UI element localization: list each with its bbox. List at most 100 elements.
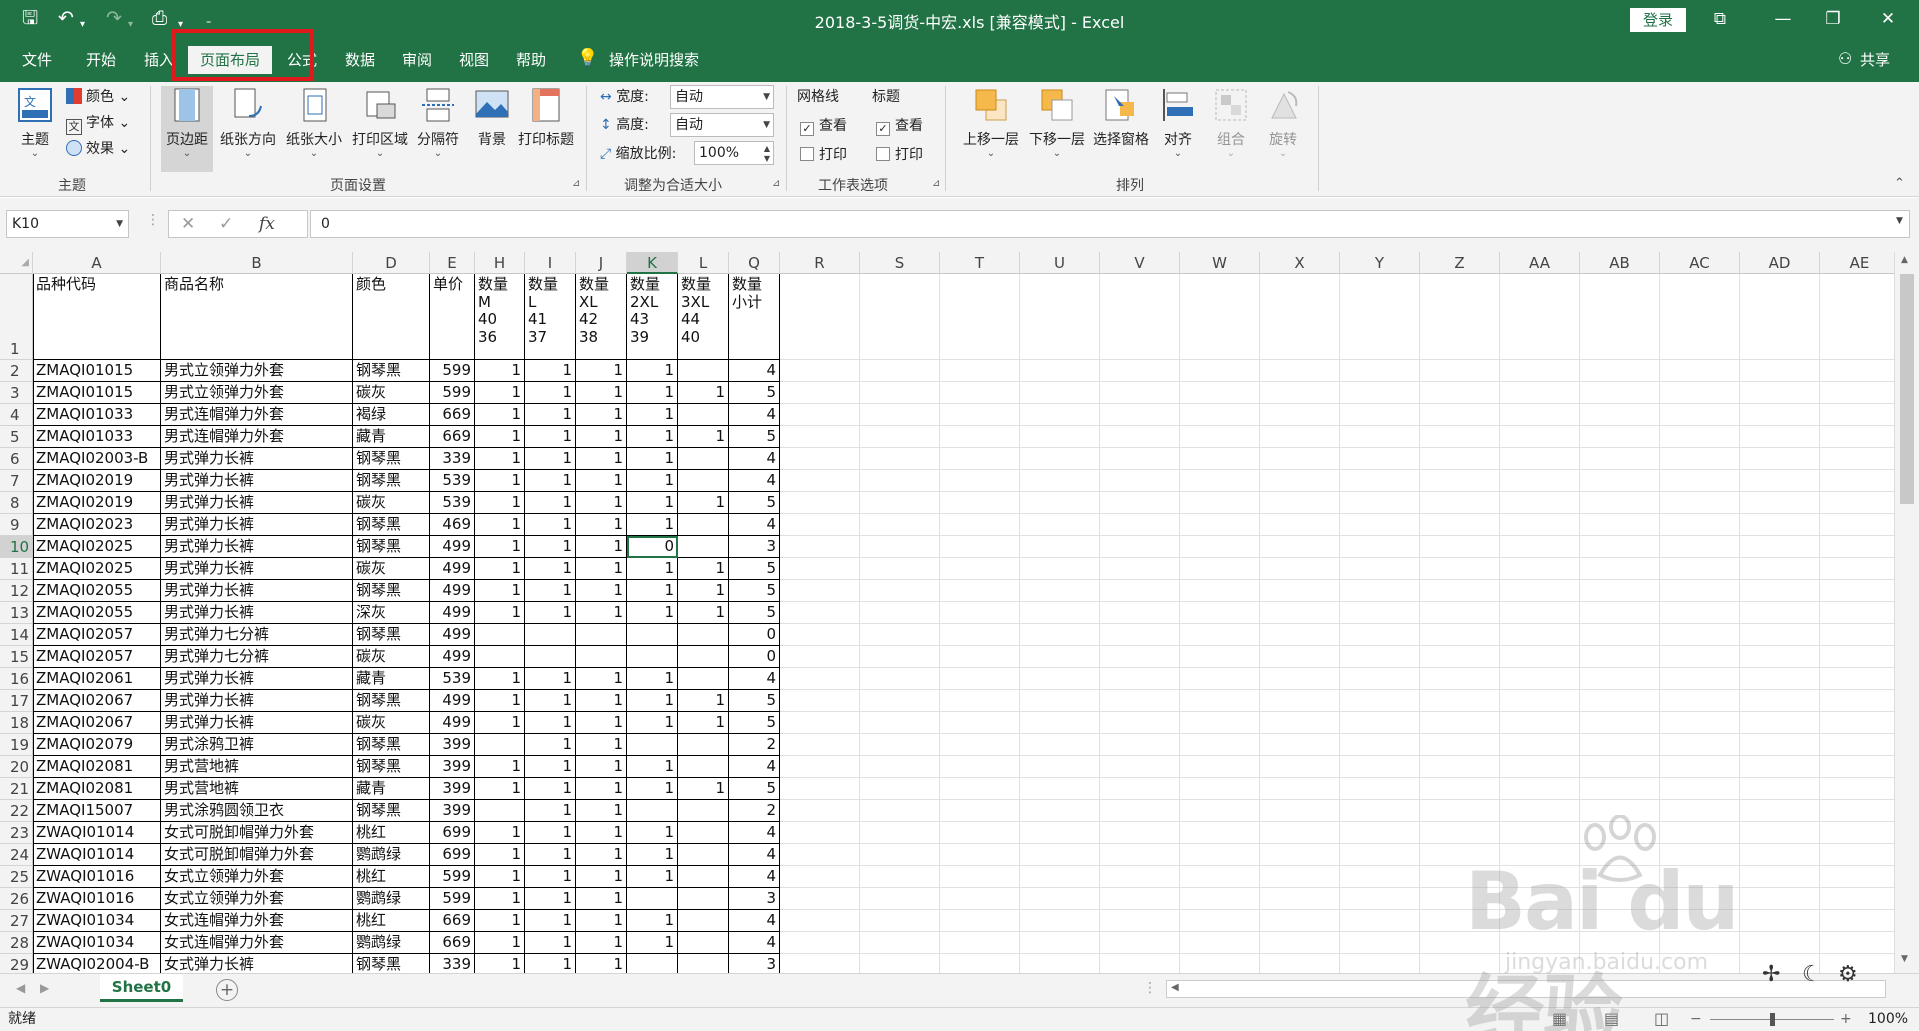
- row-header[interactable]: 25: [0, 866, 33, 888]
- table-cell[interactable]: ZMAQI02079: [33, 734, 161, 756]
- table-cell[interactable]: 1: [475, 910, 525, 932]
- table-cell[interactable]: 599: [430, 866, 475, 888]
- tab-home[interactable]: 开始: [86, 50, 116, 70]
- table-cell[interactable]: 男式连帽弹力外套: [161, 426, 353, 448]
- row-header[interactable]: 13: [0, 602, 33, 624]
- table-cell[interactable]: ZMAQI02061: [33, 668, 161, 690]
- table-cell[interactable]: 1: [525, 822, 576, 844]
- row-header[interactable]: 5: [0, 426, 33, 448]
- table-cell[interactable]: 1: [525, 360, 576, 382]
- table-cell[interactable]: [576, 646, 627, 668]
- tab-insert[interactable]: 插入: [144, 50, 174, 70]
- table-cell[interactable]: 4: [729, 866, 780, 888]
- table-cell[interactable]: 4: [729, 470, 780, 492]
- table-cell[interactable]: 1: [627, 668, 678, 690]
- table-cell[interactable]: 藏青: [353, 426, 430, 448]
- table-cell[interactable]: [678, 624, 729, 646]
- table-cell[interactable]: 1: [475, 844, 525, 866]
- column-header[interactable]: AA: [1500, 252, 1580, 274]
- table-cell[interactable]: 1: [525, 382, 576, 404]
- header-cell[interactable]: 数量 L 41 37: [525, 274, 576, 360]
- table-cell[interactable]: 5: [729, 712, 780, 734]
- header-cell[interactable]: 商品名称: [161, 274, 353, 360]
- column-header[interactable]: H: [475, 252, 525, 274]
- column-header[interactable]: V: [1100, 252, 1180, 274]
- table-cell[interactable]: 1: [576, 426, 627, 448]
- table-cell[interactable]: ZWAQI01034: [33, 932, 161, 954]
- breaks-button[interactable]: 分隔符 ⌄: [410, 86, 466, 159]
- table-cell[interactable]: 599: [430, 360, 475, 382]
- table-cell[interactable]: [627, 954, 678, 973]
- table-cell[interactable]: 1: [525, 800, 576, 822]
- table-cell[interactable]: 男式营地裤: [161, 756, 353, 778]
- table-cell[interactable]: 1: [525, 690, 576, 712]
- table-cell[interactable]: 男式立领弹力外套: [161, 360, 353, 382]
- table-cell[interactable]: 深灰: [353, 602, 430, 624]
- table-cell[interactable]: 1: [678, 580, 729, 602]
- table-cell[interactable]: 539: [430, 492, 475, 514]
- dialog-launcher-icon[interactable]: ⊿: [772, 178, 780, 189]
- table-cell[interactable]: 1: [576, 844, 627, 866]
- login-button[interactable]: 登录: [1630, 8, 1686, 32]
- table-cell[interactable]: 1: [627, 756, 678, 778]
- tab-view[interactable]: 视图: [459, 50, 489, 70]
- table-cell[interactable]: 女式可脱卸帽弹力外套: [161, 844, 353, 866]
- table-cell[interactable]: 桃红: [353, 822, 430, 844]
- table-cell[interactable]: 1: [525, 514, 576, 536]
- table-cell[interactable]: 1: [627, 558, 678, 580]
- table-cell[interactable]: 5: [729, 602, 780, 624]
- table-cell[interactable]: 2: [729, 734, 780, 756]
- table-cell[interactable]: 1: [475, 866, 525, 888]
- table-cell[interactable]: 339: [430, 954, 475, 973]
- scroll-down-icon[interactable]: ▼: [1901, 954, 1908, 964]
- table-cell[interactable]: 男式弹力长裤: [161, 492, 353, 514]
- table-cell[interactable]: 499: [430, 580, 475, 602]
- table-cell[interactable]: 男式弹力长裤: [161, 536, 353, 558]
- table-cell[interactable]: 1: [525, 536, 576, 558]
- formula-input[interactable]: 0: [310, 210, 1910, 238]
- page-break-view-icon[interactable]: ◫: [1654, 1008, 1669, 1030]
- row-header[interactable]: 24: [0, 844, 33, 866]
- table-cell[interactable]: 女式连帽弹力外套: [161, 910, 353, 932]
- background-button[interactable]: 背景: [466, 86, 518, 158]
- row-header[interactable]: 22: [0, 800, 33, 822]
- table-cell[interactable]: 4: [729, 514, 780, 536]
- table-cell[interactable]: 499: [430, 558, 475, 580]
- table-cell[interactable]: 1: [475, 404, 525, 426]
- tab-data[interactable]: 数据: [345, 50, 375, 70]
- table-cell[interactable]: 5: [729, 426, 780, 448]
- table-cell[interactable]: [678, 734, 729, 756]
- table-cell[interactable]: [627, 646, 678, 668]
- table-cell[interactable]: 1: [627, 910, 678, 932]
- table-cell[interactable]: 5: [729, 778, 780, 800]
- header-cell[interactable]: 数量 2XL 43 39: [627, 274, 678, 360]
- table-cell[interactable]: 3: [729, 888, 780, 910]
- table-cell[interactable]: 鹦鹉绿: [353, 888, 430, 910]
- table-cell[interactable]: ZMAQI02019: [33, 492, 161, 514]
- table-cell[interactable]: [525, 646, 576, 668]
- spinner-arrows-icon[interactable]: ▲ ▼: [764, 144, 770, 164]
- table-cell[interactable]: 1: [525, 602, 576, 624]
- enter-icon[interactable]: ✓: [219, 211, 233, 237]
- table-cell[interactable]: 1: [475, 954, 525, 973]
- table-cell[interactable]: [678, 932, 729, 954]
- table-cell[interactable]: 1: [576, 690, 627, 712]
- table-cell[interactable]: 539: [430, 470, 475, 492]
- header-cell[interactable]: 单价: [430, 274, 475, 360]
- row-header[interactable]: 3: [0, 382, 33, 404]
- table-cell[interactable]: ZWAQI01014: [33, 822, 161, 844]
- table-cell[interactable]: 669: [430, 404, 475, 426]
- table-cell[interactable]: 女式立领弹力外套: [161, 888, 353, 910]
- table-cell[interactable]: 1: [525, 404, 576, 426]
- table-cell[interactable]: 1: [627, 492, 678, 514]
- table-cell[interactable]: 1: [576, 910, 627, 932]
- table-cell[interactable]: 1: [678, 690, 729, 712]
- table-cell[interactable]: 1: [678, 426, 729, 448]
- next-sheet-icon[interactable]: ▶: [40, 981, 49, 995]
- table-cell[interactable]: 1: [576, 954, 627, 973]
- table-cell[interactable]: ZMAQI02019: [33, 470, 161, 492]
- row-header[interactable]: 15: [0, 646, 33, 668]
- table-cell[interactable]: [678, 822, 729, 844]
- column-header[interactable]: E: [430, 252, 475, 274]
- column-header[interactable]: X: [1260, 252, 1340, 274]
